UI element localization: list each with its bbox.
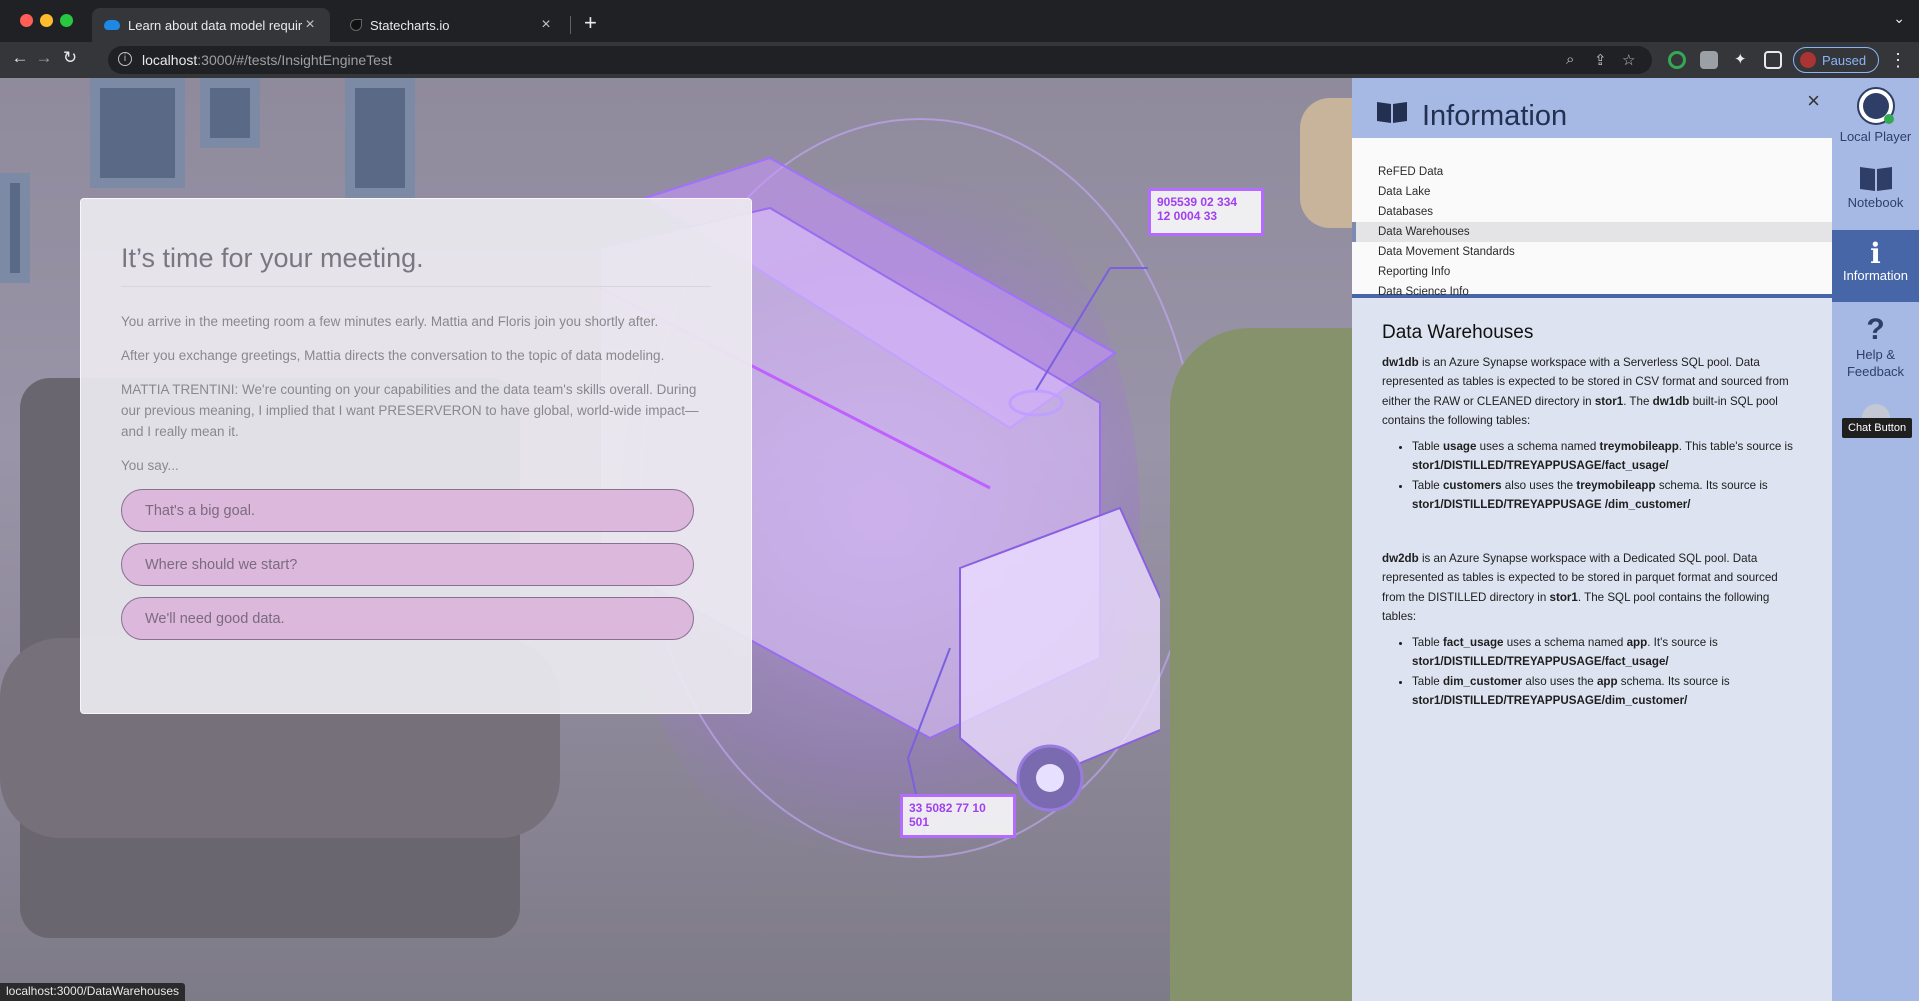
content-heading: Data Warehouses xyxy=(1382,322,1534,343)
tab-separator xyxy=(570,16,571,34)
callout-line: 12 0004 33 xyxy=(1157,209,1218,223)
information-header: Information × xyxy=(1352,78,1832,138)
rail-item-label: Help & Feedback xyxy=(1846,347,1905,379)
info-icon: i xyxy=(1870,237,1881,270)
dw2db-table-list: Table fact_usage uses a schema named app… xyxy=(1412,633,1802,711)
browser-toolbar: ← → ↻ i localhost:3000/#/tests/InsightEn… xyxy=(0,42,1919,78)
profile-avatar xyxy=(1800,52,1816,68)
forward-arrow-icon[interactable]: → xyxy=(32,48,56,68)
wall-picture xyxy=(0,173,30,283)
rail-item-information[interactable]: i Information xyxy=(1832,230,1919,302)
address-url: localhost:3000/#/tests/InsightEngineTest xyxy=(142,52,392,68)
close-icon[interactable]: × xyxy=(1807,88,1820,114)
dialog-paragraph: After you exchange greetings, Mattia dir… xyxy=(121,348,665,363)
reload-icon[interactable]: ↻ xyxy=(58,48,82,68)
book-icon xyxy=(1859,167,1892,191)
information-panel: Information × ReFED Data Data Lake Datab… xyxy=(1352,78,1832,1001)
rail-item-local-player[interactable]: Local Player xyxy=(1832,86,1919,146)
back-arrow-icon[interactable]: ← xyxy=(8,48,32,68)
nav-item-data-warehouses[interactable]: Data Warehouses xyxy=(1352,222,1832,242)
nav-item-data-science-info[interactable]: Data Science Info xyxy=(1352,282,1832,302)
information-title: Information xyxy=(1422,100,1568,132)
rail-item-label: Information xyxy=(1842,268,1909,283)
question-icon: ? xyxy=(1866,313,1885,346)
rail-item-notebook[interactable]: Notebook xyxy=(1832,158,1919,216)
information-nav: ReFED Data Data Lake Databases Data Ware… xyxy=(1352,138,1832,298)
site-info-icon[interactable]: i xyxy=(118,52,132,66)
callout-line: 33 5082 77 10 xyxy=(909,801,986,815)
extension-icon[interactable] xyxy=(1668,51,1686,69)
extension-icon[interactable] xyxy=(1700,51,1718,69)
character-mattia xyxy=(1170,328,1352,1001)
chat-button-tooltip: Chat Button xyxy=(1842,418,1913,438)
hologram-callout-top: 905539 02 334 12 0004 33 xyxy=(1148,188,1264,236)
hologram-callout-bottom: 33 5082 77 10 501 xyxy=(900,794,1016,838)
dialog-paragraph: MATTIA TRENTINI: We're counting on your … xyxy=(121,382,699,439)
address-bar[interactable]: i localhost:3000/#/tests/InsightEngineTe… xyxy=(108,46,1652,74)
meeting-dialog: It’s time for your meeting. You arrive i… xyxy=(80,198,752,714)
choice-button-where-start[interactable]: Where should we start? xyxy=(121,543,694,586)
share-icon[interactable]: ⇪ xyxy=(1594,51,1607,69)
page-viewport: 905539 02 334 12 0004 33 33 5082 77 10 5… xyxy=(0,78,1919,1001)
list-item: Table usage uses a schema named treymobi… xyxy=(1412,437,1802,476)
right-rail: Local Player Notebook i Information ? He… xyxy=(1832,78,1919,1001)
new-tab-plus-icon[interactable]: + xyxy=(584,10,597,36)
rail-item-help-feedback[interactable]: ? Help & Feedback xyxy=(1832,314,1919,386)
wall-picture xyxy=(90,78,185,188)
extensions-puzzle-icon[interactable]: ✦ xyxy=(1734,50,1747,68)
tab-label: Learn about data model require xyxy=(128,17,302,33)
information-content: Data Warehouses dw1db is an Azure Synaps… xyxy=(1382,323,1802,721)
list-item: Table customers also uses the treymobile… xyxy=(1412,476,1802,515)
nav-item-data-lake[interactable]: Data Lake xyxy=(1352,182,1832,202)
tab-search-chevron-icon[interactable]: ⌄ xyxy=(1893,10,1905,27)
dialog-title: It’s time for your meeting. xyxy=(121,243,711,287)
statecharts-icon xyxy=(350,19,362,31)
window-zoom-button[interactable] xyxy=(60,14,73,27)
rail-item-label: Local Player xyxy=(1839,129,1912,144)
choice-button-good-data[interactable]: We'll need good data. xyxy=(121,597,694,640)
tab-close-icon[interactable]: × xyxy=(302,16,318,34)
browser-tab-active[interactable]: Learn about data model require × xyxy=(92,8,330,42)
dw1db-description: dw1db is an Azure Synapse workspace with… xyxy=(1382,355,1789,428)
nav-item-reporting-info[interactable]: Reporting Info xyxy=(1352,262,1832,282)
avatar-icon xyxy=(1856,87,1895,125)
callout-line: 501 xyxy=(909,815,930,829)
window-close-button[interactable] xyxy=(20,14,33,27)
nav-item-databases[interactable]: Databases xyxy=(1352,202,1832,222)
wall-picture xyxy=(200,78,260,148)
status-bar-url: localhost:3000/DataWarehouses xyxy=(0,983,185,1001)
profile-button[interactable]: Paused xyxy=(1793,47,1879,73)
callout-line: 905539 02 334 xyxy=(1157,195,1238,209)
zoom-search-icon[interactable]: ⌕ xyxy=(1566,51,1574,68)
dialog-paragraph: You arrive in the meeting room a few min… xyxy=(121,314,659,329)
tab-close-icon[interactable]: × xyxy=(538,16,554,34)
onedrive-cloud-icon xyxy=(104,20,120,30)
rail-item-label: Notebook xyxy=(1847,195,1904,210)
bookmark-star-icon[interactable]: ☆ xyxy=(1622,51,1635,69)
dw1db-table-list: Table usage uses a schema named treymobi… xyxy=(1412,437,1802,515)
dw2db-description: dw2db is an Azure Synapse workspace with… xyxy=(1382,551,1778,624)
browser-tab-bar: Learn about data model require × Statech… xyxy=(0,0,1919,42)
list-item: Table dim_customer also uses the app sch… xyxy=(1412,672,1802,711)
browser-menu-icon[interactable]: ⋮ xyxy=(1889,50,1907,71)
choice-button-big-goal[interactable]: That's a big goal. xyxy=(121,489,694,532)
window-minimize-button[interactable] xyxy=(40,14,53,27)
character-head xyxy=(1300,98,1352,228)
tab-label: Statecharts.io xyxy=(370,17,450,33)
list-item: Table fact_usage uses a schema named app… xyxy=(1412,633,1802,672)
dialog-prompt: You say... xyxy=(121,458,179,473)
browser-tab[interactable]: Statecharts.io × xyxy=(338,8,566,42)
nav-item-refed-data[interactable]: ReFED Data xyxy=(1352,162,1832,182)
profile-label: Paused xyxy=(1822,52,1867,68)
nav-item-data-movement-standards[interactable]: Data Movement Standards xyxy=(1352,242,1832,262)
open-book-icon xyxy=(1377,102,1407,123)
side-panel-icon[interactable] xyxy=(1764,51,1782,69)
wall-picture xyxy=(345,78,415,198)
